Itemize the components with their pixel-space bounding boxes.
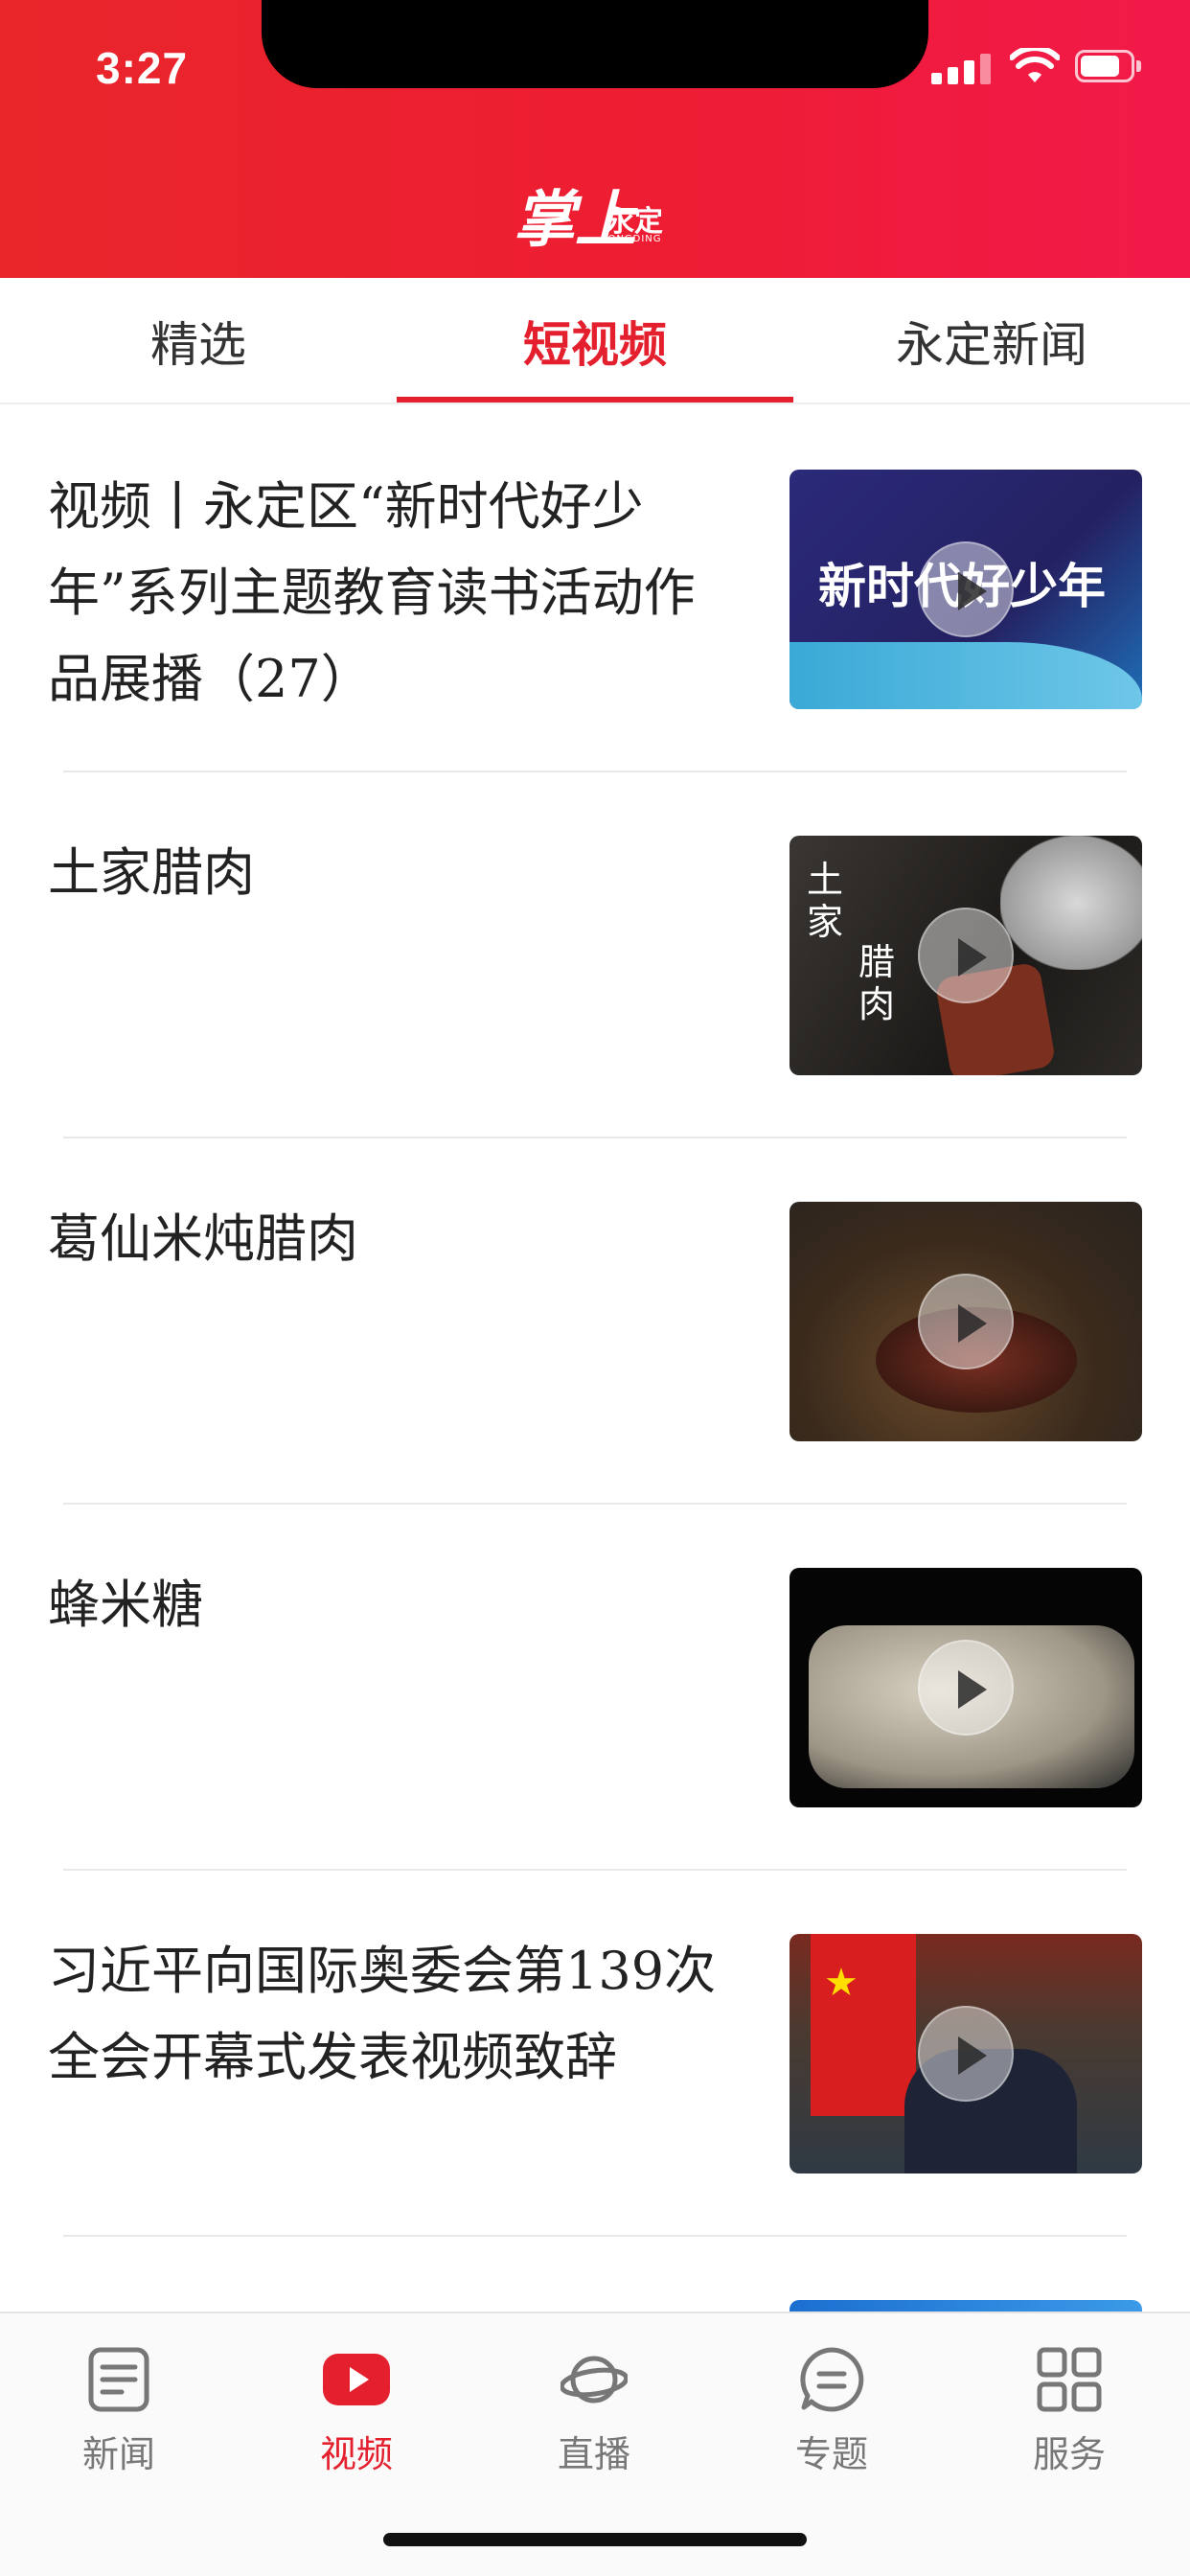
category-tabs: 精选 短视频 永定新闻 — [0, 278, 1190, 404]
item-title: 视频丨永定区“新时代好少年”系列主题教育读书活动作品展播（27） — [48, 476, 696, 709]
video-thumbnail[interactable] — [790, 1202, 1142, 1441]
wifi-icon — [1010, 48, 1060, 82]
list-item[interactable]: 土家腊肉 土家 腊肉 — [0, 772, 1190, 1138]
status-icons — [931, 48, 1142, 86]
item-title: 蜂米糖 — [48, 1575, 203, 1635]
play-icon[interactable] — [918, 1274, 1014, 1369]
list-item[interactable]: 习近平向国际奥委会第139次全会开幕式发表视频致辞 ★ — [0, 1871, 1190, 2237]
nav-label: 新闻 — [81, 2433, 155, 2475]
nav-live[interactable]: 直播 — [475, 2333, 713, 2476]
video-play-icon — [323, 2354, 390, 2405]
topic-chat-icon — [800, 2347, 864, 2412]
device-notch — [262, 0, 928, 88]
list-item[interactable]: 视频丨永定区“新时代好少年”系列主题教育读书活动作品展播（27） 新时代好少年 — [0, 406, 1190, 772]
nav-label: 直播 — [557, 2433, 630, 2475]
nav-label: 服务 — [1032, 2433, 1106, 2475]
thumbnail-text: 腊肉 — [858, 941, 896, 1025]
play-icon[interactable] — [918, 541, 1014, 637]
battery-icon — [1075, 50, 1142, 82]
nav-topics[interactable]: 专题 — [713, 2333, 950, 2476]
tab-short-video[interactable]: 短视频 — [397, 278, 793, 404]
list-item[interactable]: 葛仙米炖腊肉 — [0, 1138, 1190, 1505]
video-thumbnail[interactable] — [790, 1568, 1142, 1807]
nav-label: 专题 — [794, 2433, 868, 2475]
nav-label: 视频 — [319, 2433, 393, 2475]
tab-featured[interactable]: 精选 — [0, 278, 397, 404]
cellular-signal-icon — [931, 54, 993, 84]
video-thumbnail[interactable]: 新时代好少年 — [790, 470, 1142, 709]
list-item[interactable]: 蜂米糖 — [0, 1505, 1190, 1871]
item-title: 土家腊肉 — [48, 842, 255, 903]
play-icon[interactable] — [918, 908, 1014, 1003]
video-thumbnail[interactable]: ★ — [790, 1934, 1142, 2174]
thumbnail-text: 土家 — [807, 859, 844, 943]
active-tab-indicator — [397, 397, 793, 402]
play-icon[interactable] — [918, 1640, 1014, 1736]
news-icon — [88, 2347, 149, 2412]
home-indicator[interactable] — [383, 2533, 807, 2546]
video-thumbnail[interactable]: 土家 腊肉 — [790, 836, 1142, 1075]
nav-video[interactable]: 视频 — [238, 2333, 475, 2476]
tab-yongding-news[interactable]: 永定新闻 — [793, 278, 1190, 404]
status-time: 3:27 — [96, 43, 189, 93]
play-icon[interactable] — [918, 2006, 1014, 2102]
app-header: 3:27 掌上 永定 YONGDING — [0, 0, 1190, 278]
services-grid-icon — [1037, 2347, 1102, 2412]
item-title: 习近平向国际奥委会第139次全会开幕式发表视频致辞 — [48, 1941, 717, 2087]
app-logo: 掌上 永定 YONGDING — [514, 184, 663, 256]
video-feed: 视频丨永定区“新时代好少年”系列主题教育读书活动作品展播（27） 新时代好少年 … — [0, 406, 1190, 2576]
live-planet-icon — [561, 2356, 628, 2404]
nav-news[interactable]: 新闻 — [0, 2333, 238, 2476]
item-title: 葛仙米炖腊肉 — [48, 1208, 358, 1269]
nav-services[interactable]: 服务 — [950, 2333, 1188, 2476]
